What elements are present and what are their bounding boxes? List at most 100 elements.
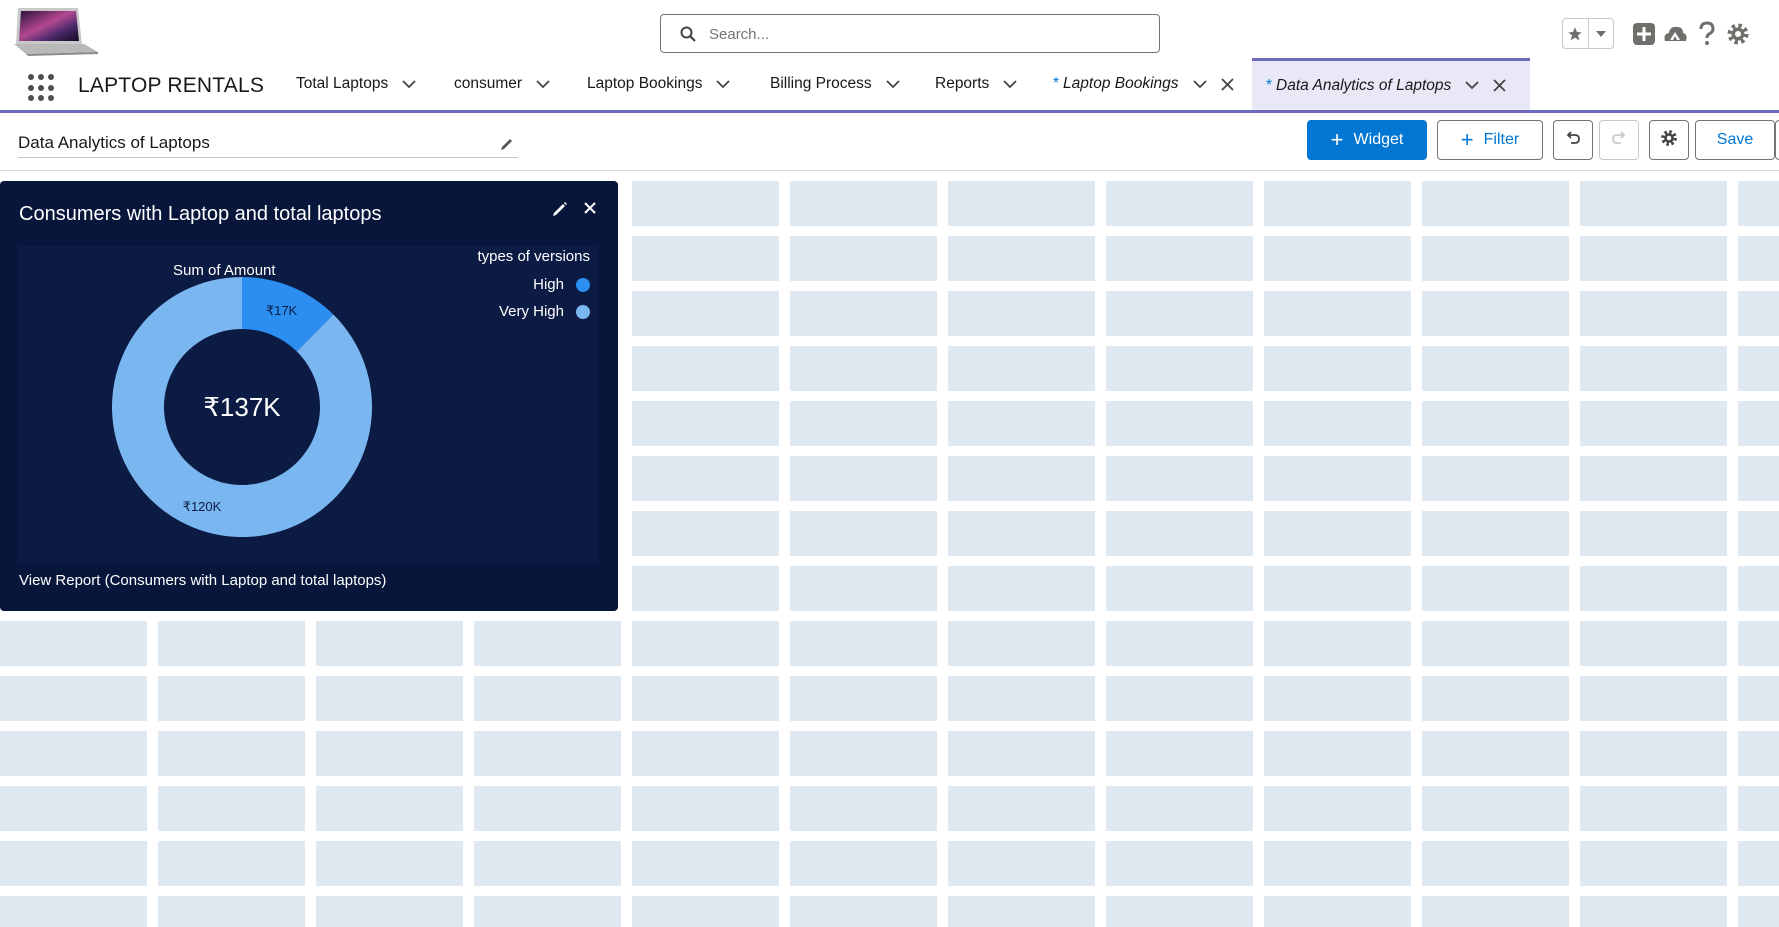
setup-gear-icon[interactable] — [1724, 20, 1752, 48]
grid-placeholder-cell — [474, 896, 621, 927]
grid-placeholder-cell — [1422, 841, 1569, 886]
legend-item-high[interactable]: High — [533, 276, 590, 293]
legend-label: High — [533, 276, 564, 293]
trailhead-cloud-icon[interactable] — [1661, 20, 1689, 48]
grid-placeholder-cell — [1106, 841, 1253, 886]
grid-placeholder-cell — [790, 786, 937, 831]
donut-slice-value-label: ₹17K — [266, 303, 298, 318]
properties-gear-button[interactable] — [1649, 120, 1689, 160]
favorites-menu-chevron-icon[interactable] — [1589, 19, 1614, 48]
grid-placeholder-cell — [1738, 401, 1779, 446]
more-actions-button-edge[interactable] — [1775, 120, 1779, 160]
grid-placeholder-cell — [1264, 456, 1411, 501]
redo-button[interactable] — [1599, 120, 1639, 160]
gear-icon — [1660, 129, 1678, 152]
grid-placeholder-cell — [1738, 841, 1779, 886]
app-launcher-icon[interactable] — [28, 74, 56, 102]
grid-placeholder-cell — [1580, 236, 1727, 281]
grid-placeholder-cell — [1264, 401, 1411, 446]
grid-placeholder-cell — [1580, 841, 1727, 886]
unsaved-marker: * — [1053, 75, 1060, 92]
close-tab-icon[interactable] — [1493, 79, 1506, 92]
grid-placeholder-cell — [632, 731, 779, 776]
tab-laptop-bookings[interactable]: Laptop Bookings — [587, 58, 731, 110]
tab-label: consumer — [454, 75, 523, 92]
chevron-down-icon[interactable] — [886, 79, 900, 89]
chevron-down-icon[interactable] — [716, 79, 731, 89]
app-name: LAPTOP RENTALS — [78, 74, 265, 97]
grid-placeholder-cell — [1264, 621, 1411, 666]
grid-placeholder-cell — [1580, 456, 1727, 501]
view-report-link[interactable]: View Report (Consumers with Laptop and t… — [19, 572, 386, 589]
grid-placeholder-cell — [1422, 731, 1569, 776]
grid-placeholder-cell — [790, 841, 937, 886]
grid-placeholder-cell — [632, 291, 779, 336]
widget-title: Consumers with Laptop and total laptops — [19, 203, 382, 225]
grid-placeholder-cell — [1580, 346, 1727, 391]
grid-placeholder-cell — [1580, 731, 1727, 776]
grid-placeholder-cell — [1106, 456, 1253, 501]
chevron-down-icon[interactable] — [1465, 81, 1479, 90]
legend-item-very-high[interactable]: Very High — [499, 303, 590, 320]
undo-button[interactable] — [1553, 120, 1593, 160]
grid-placeholder-cell — [316, 841, 463, 886]
close-tab-icon[interactable] — [1220, 77, 1234, 91]
grid-placeholder-cell — [632, 566, 779, 611]
chevron-down-icon[interactable] — [1192, 79, 1207, 89]
add-widget-button[interactable]: + Widget — [1307, 120, 1427, 160]
grid-placeholder-cell — [790, 401, 937, 446]
grid-placeholder-cell — [1738, 566, 1779, 611]
grid-placeholder-cell — [632, 676, 779, 721]
grid-placeholder-cell — [790, 896, 937, 927]
close-widget-icon[interactable] — [583, 201, 597, 220]
chevron-down-icon[interactable] — [402, 79, 416, 89]
grid-placeholder-cell — [1580, 676, 1727, 721]
global-actions-plus-icon[interactable] — [1630, 20, 1658, 48]
grid-placeholder-cell — [1106, 401, 1253, 446]
donut-center-total: ₹137K — [203, 392, 281, 422]
help-icon[interactable] — [1693, 20, 1721, 48]
grid-placeholder-cell — [158, 841, 305, 886]
global-search-input[interactable]: Search... — [660, 14, 1160, 53]
grid-placeholder-cell — [474, 841, 621, 886]
grid-placeholder-cell — [1580, 181, 1727, 226]
pencil-icon[interactable] — [500, 136, 514, 156]
tab-laptop-bookings-unsaved[interactable]: * Laptop Bookings — [1053, 58, 1234, 110]
edit-widget-pencil-icon[interactable] — [552, 201, 568, 222]
grid-placeholder-cell — [948, 896, 1095, 927]
app-navigation-bar: LAPTOP RENTALS Total Laptops consumer La… — [0, 58, 1779, 113]
tab-data-analytics-of-laptops[interactable]: * Data Analytics of Laptops — [1252, 58, 1530, 110]
grid-placeholder-cell — [948, 346, 1095, 391]
grid-placeholder-cell — [1106, 786, 1253, 831]
grid-placeholder-cell — [790, 291, 937, 336]
tab-consumer[interactable]: consumer — [454, 58, 550, 110]
grid-placeholder-cell — [1422, 896, 1569, 927]
save-button[interactable]: Save — [1695, 120, 1775, 160]
tab-total-laptops[interactable]: Total Laptops — [296, 58, 416, 110]
grid-placeholder-cell — [1264, 236, 1411, 281]
tab-reports[interactable]: Reports — [935, 58, 1017, 110]
star-icon[interactable] — [1563, 19, 1589, 48]
dashboard-widget[interactable]: Consumers with Laptop and total laptops … — [0, 181, 618, 611]
grid-placeholder-cell — [948, 291, 1095, 336]
grid-placeholder-cell — [948, 676, 1095, 721]
grid-placeholder-cell — [632, 841, 779, 886]
plus-icon: + — [1330, 127, 1344, 152]
grid-placeholder-cell — [1264, 291, 1411, 336]
chevron-down-icon[interactable] — [1003, 79, 1017, 89]
grid-placeholder-cell — [1422, 346, 1569, 391]
add-filter-button[interactable]: + Filter — [1437, 120, 1543, 160]
grid-placeholder-cell — [0, 896, 147, 927]
grid-placeholder-cell — [1106, 346, 1253, 391]
favorites-button-group[interactable] — [1562, 18, 1614, 49]
tab-billing-process[interactable]: Billing Process — [770, 58, 900, 110]
chevron-down-icon[interactable] — [536, 79, 550, 89]
grid-placeholder-cell — [1738, 456, 1779, 501]
grid-placeholder-cell — [1422, 236, 1569, 281]
legend-color-dot — [576, 277, 590, 292]
dashboard-title-input[interactable]: Data Analytics of Laptops — [18, 128, 518, 158]
grid-placeholder-cell — [948, 786, 1095, 831]
tab-label: Data Analytics of Laptops — [1276, 76, 1452, 94]
grid-placeholder-cell — [1264, 511, 1411, 556]
grid-placeholder-cell — [0, 676, 147, 721]
